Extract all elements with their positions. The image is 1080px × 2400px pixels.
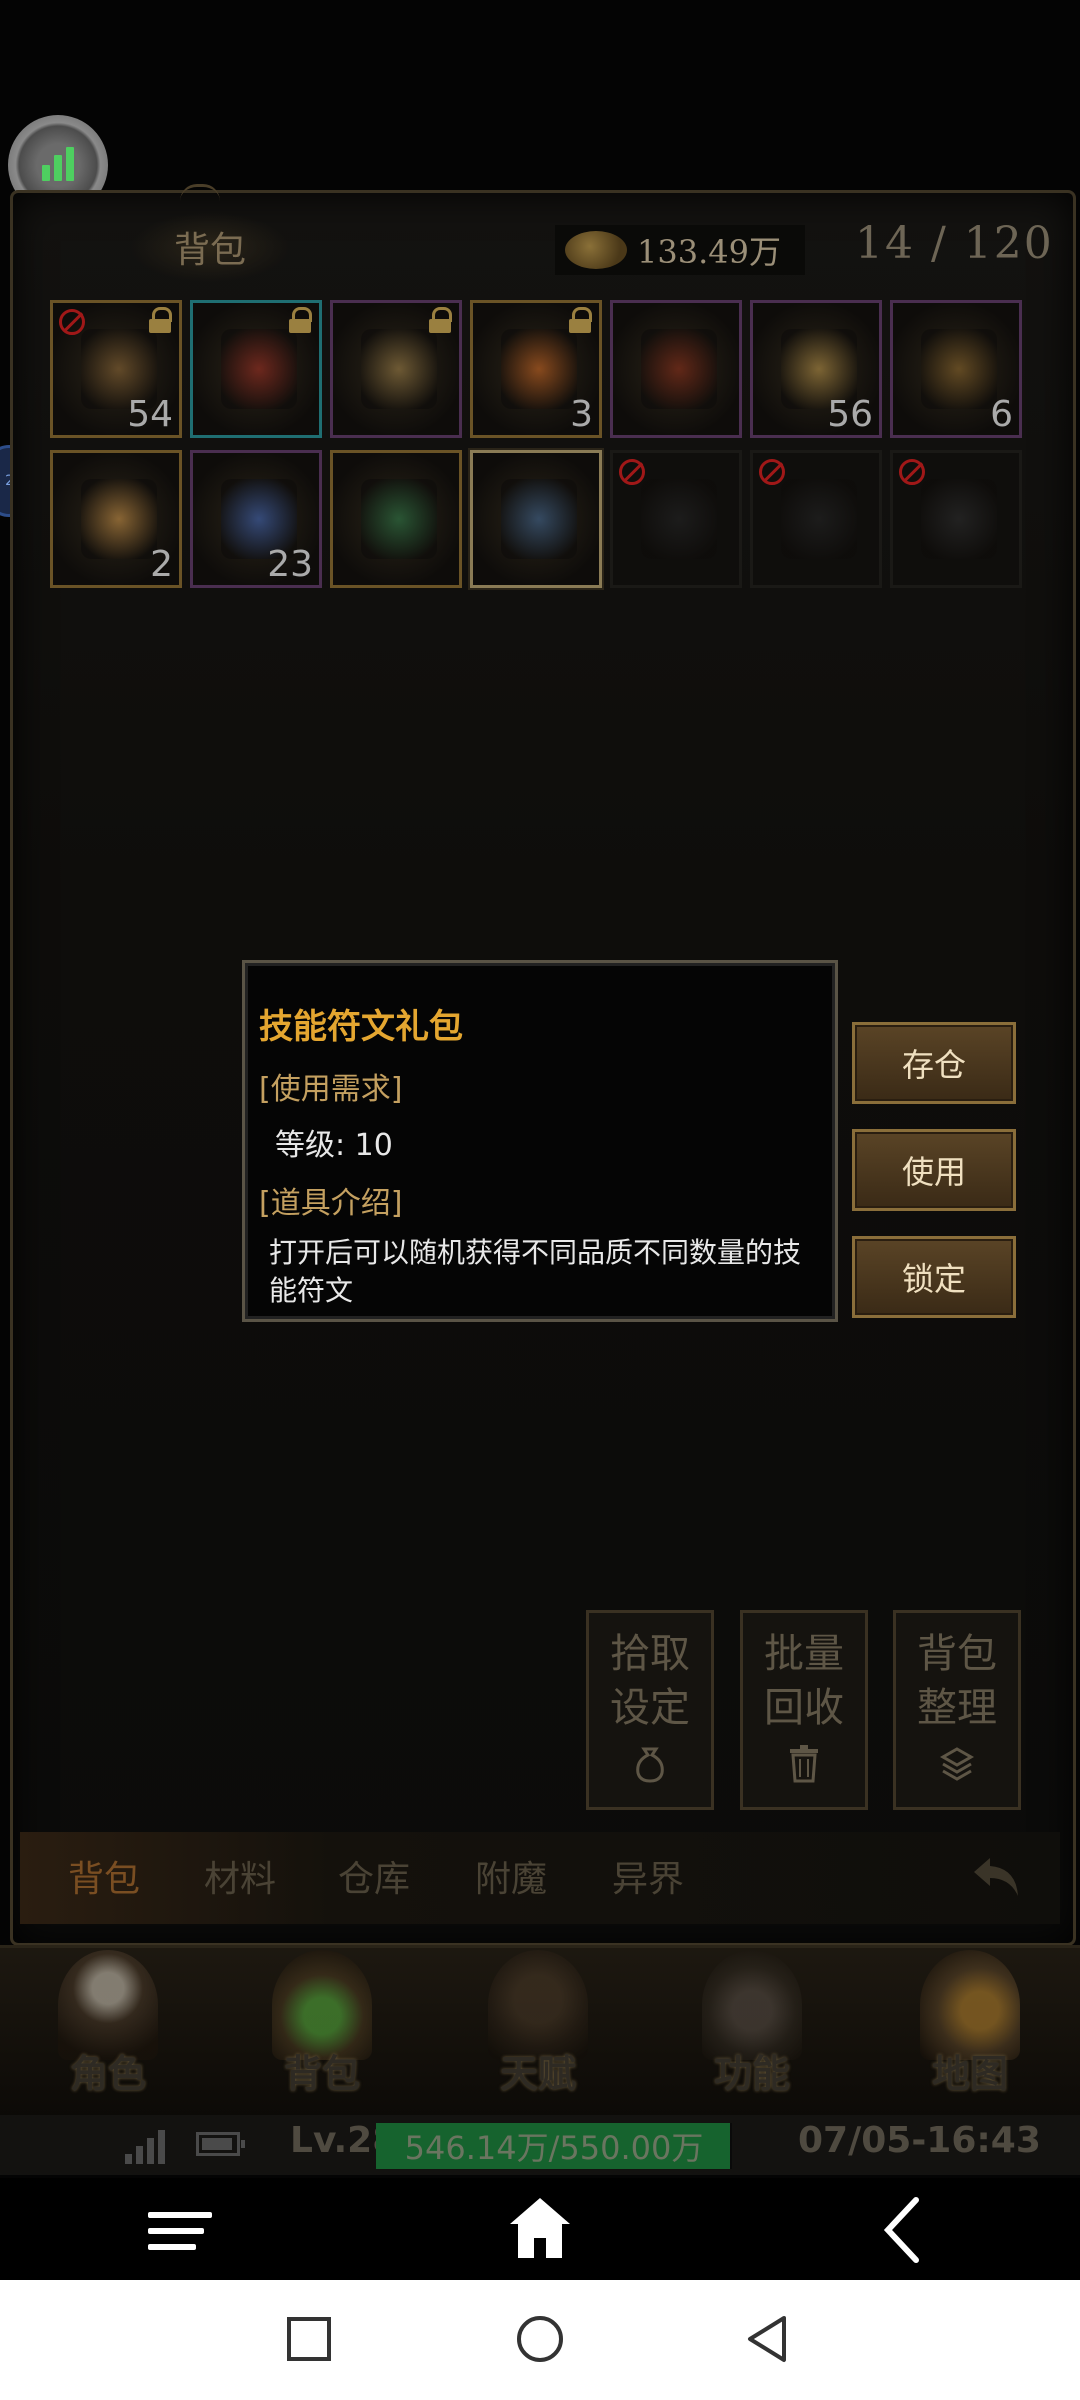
layers-icon bbox=[939, 1747, 975, 1781]
inventory-slot[interactable] bbox=[330, 450, 462, 588]
lock-icon bbox=[429, 307, 452, 333]
inventory-slot[interactable]: 2 bbox=[50, 450, 182, 588]
lock-icon bbox=[289, 307, 312, 333]
battery-icon bbox=[196, 2132, 245, 2156]
intro-header: [道具介绍] bbox=[259, 1186, 403, 1221]
inventory-slot[interactable]: 23 bbox=[190, 450, 322, 588]
gold-display: 133.49万 bbox=[555, 225, 805, 275]
item-quantity: 3 bbox=[570, 394, 593, 435]
item-quantity: 6 bbox=[990, 394, 1013, 435]
inventory-slot[interactable] bbox=[610, 450, 742, 588]
item-icon bbox=[501, 329, 577, 409]
forbidden-icon bbox=[759, 459, 785, 485]
nav-functions[interactable]: 功能 bbox=[682, 1950, 822, 2110]
gold-ingot-icon bbox=[565, 231, 627, 269]
tab-warehouse[interactable]: 仓库 bbox=[338, 1850, 410, 1902]
item-tooltip: 技能符文礼包 [使用需求] 等级: 10 [道具介绍] 打开后可以随机获得不同品… bbox=[242, 960, 838, 1322]
pickup-settings-button[interactable]: 拾取 设定 bbox=[586, 1610, 714, 1810]
signal-bar-icon bbox=[66, 147, 74, 181]
bag-icon bbox=[636, 1747, 664, 1783]
item-icon bbox=[641, 329, 717, 409]
tab-otherworld[interactable]: 异界 bbox=[612, 1850, 684, 1902]
inventory-slot[interactable] bbox=[890, 450, 1022, 588]
home-circle-icon[interactable] bbox=[515, 2314, 565, 2364]
signal-bar-icon bbox=[42, 165, 50, 181]
lock-icon bbox=[149, 307, 172, 333]
inventory-slot[interactable]: 54 bbox=[50, 300, 182, 438]
nav-map[interactable]: 地图 bbox=[900, 1950, 1040, 2110]
inventory-title: 背包 bbox=[130, 212, 290, 282]
item-name: 技能符文礼包 bbox=[259, 1007, 463, 1047]
item-icon bbox=[921, 329, 997, 409]
back-triangle-icon[interactable] bbox=[744, 2314, 790, 2364]
inventory-slot[interactable] bbox=[330, 300, 462, 438]
item-icon bbox=[361, 329, 437, 409]
back-icon[interactable] bbox=[878, 2196, 926, 2264]
app-navigation-bar bbox=[0, 2178, 1080, 2280]
forbidden-icon bbox=[619, 459, 645, 485]
nav-character[interactable]: 角色 bbox=[38, 1950, 178, 2110]
recent-apps-icon[interactable] bbox=[286, 2316, 332, 2362]
tab-enchant[interactable]: 附魔 bbox=[475, 1850, 547, 1902]
back-arrow-icon[interactable] bbox=[968, 1848, 1028, 1908]
requirement-level: 等级: 10 bbox=[275, 1128, 393, 1163]
item-quantity: 56 bbox=[827, 394, 873, 435]
inventory-slot[interactable]: 56 bbox=[750, 300, 882, 438]
item-icon bbox=[781, 479, 857, 559]
home-icon[interactable] bbox=[506, 2194, 574, 2262]
item-icon bbox=[361, 479, 437, 559]
bag-capacity: 14 / 120 bbox=[855, 218, 1054, 269]
store-button[interactable]: 存仓 bbox=[852, 1022, 1016, 1104]
forbidden-icon bbox=[899, 459, 925, 485]
sort-bag-button[interactable]: 背包 整理 bbox=[893, 1610, 1021, 1810]
experience-bar: 546.14万/550.00万 bbox=[376, 2123, 732, 2169]
menu-icon[interactable] bbox=[148, 2198, 212, 2262]
signal-bar-icon bbox=[54, 155, 62, 181]
tab-materials[interactable]: 材料 bbox=[204, 1850, 276, 1902]
inventory-slot[interactable] bbox=[190, 300, 322, 438]
inventory-slot[interactable]: 3 bbox=[470, 300, 602, 438]
network-signal-icon bbox=[125, 2128, 165, 2164]
lock-icon bbox=[569, 307, 592, 333]
gold-amount: 133.49万 bbox=[637, 233, 781, 271]
game-screen: 22 背包 133.49万 14 / 120 543566223 技能符文礼包 … bbox=[0, 0, 1080, 2178]
item-icon bbox=[81, 479, 157, 559]
experience-text: 546.14万/550.00万 bbox=[404, 2129, 704, 2167]
item-icon bbox=[501, 479, 577, 559]
item-icon bbox=[641, 479, 717, 559]
trash-icon bbox=[790, 1745, 818, 1783]
game-clock: 07/05-16:43 bbox=[798, 2120, 1041, 2161]
item-icon bbox=[921, 479, 997, 559]
batch-recycle-button[interactable]: 批量 回收 bbox=[740, 1610, 868, 1810]
inventory-slot[interactable] bbox=[610, 300, 742, 438]
lock-button[interactable]: 锁定 bbox=[852, 1236, 1016, 1318]
nav-talent[interactable]: 天赋 bbox=[468, 1950, 608, 2110]
tab-bag[interactable]: 背包 bbox=[68, 1850, 140, 1902]
inventory-slot[interactable]: 6 bbox=[890, 300, 1022, 438]
item-quantity: 54 bbox=[127, 394, 173, 435]
nav-bag[interactable]: 背包 bbox=[252, 1950, 392, 2110]
item-icon bbox=[221, 329, 297, 409]
forbidden-icon bbox=[59, 309, 85, 335]
panel-ornament bbox=[180, 184, 220, 201]
inventory-slot[interactable] bbox=[750, 450, 882, 588]
item-quantity: 23 bbox=[267, 544, 313, 585]
requirement-header: [使用需求] bbox=[259, 1072, 403, 1107]
system-navigation-bar bbox=[0, 2280, 1080, 2400]
item-quantity: 2 bbox=[150, 544, 173, 585]
inventory-slot[interactable] bbox=[470, 450, 602, 588]
item-description: 打开后可以随机获得不同品质不同数量的技能符文 bbox=[269, 1236, 802, 1307]
use-button[interactable]: 使用 bbox=[852, 1129, 1016, 1211]
